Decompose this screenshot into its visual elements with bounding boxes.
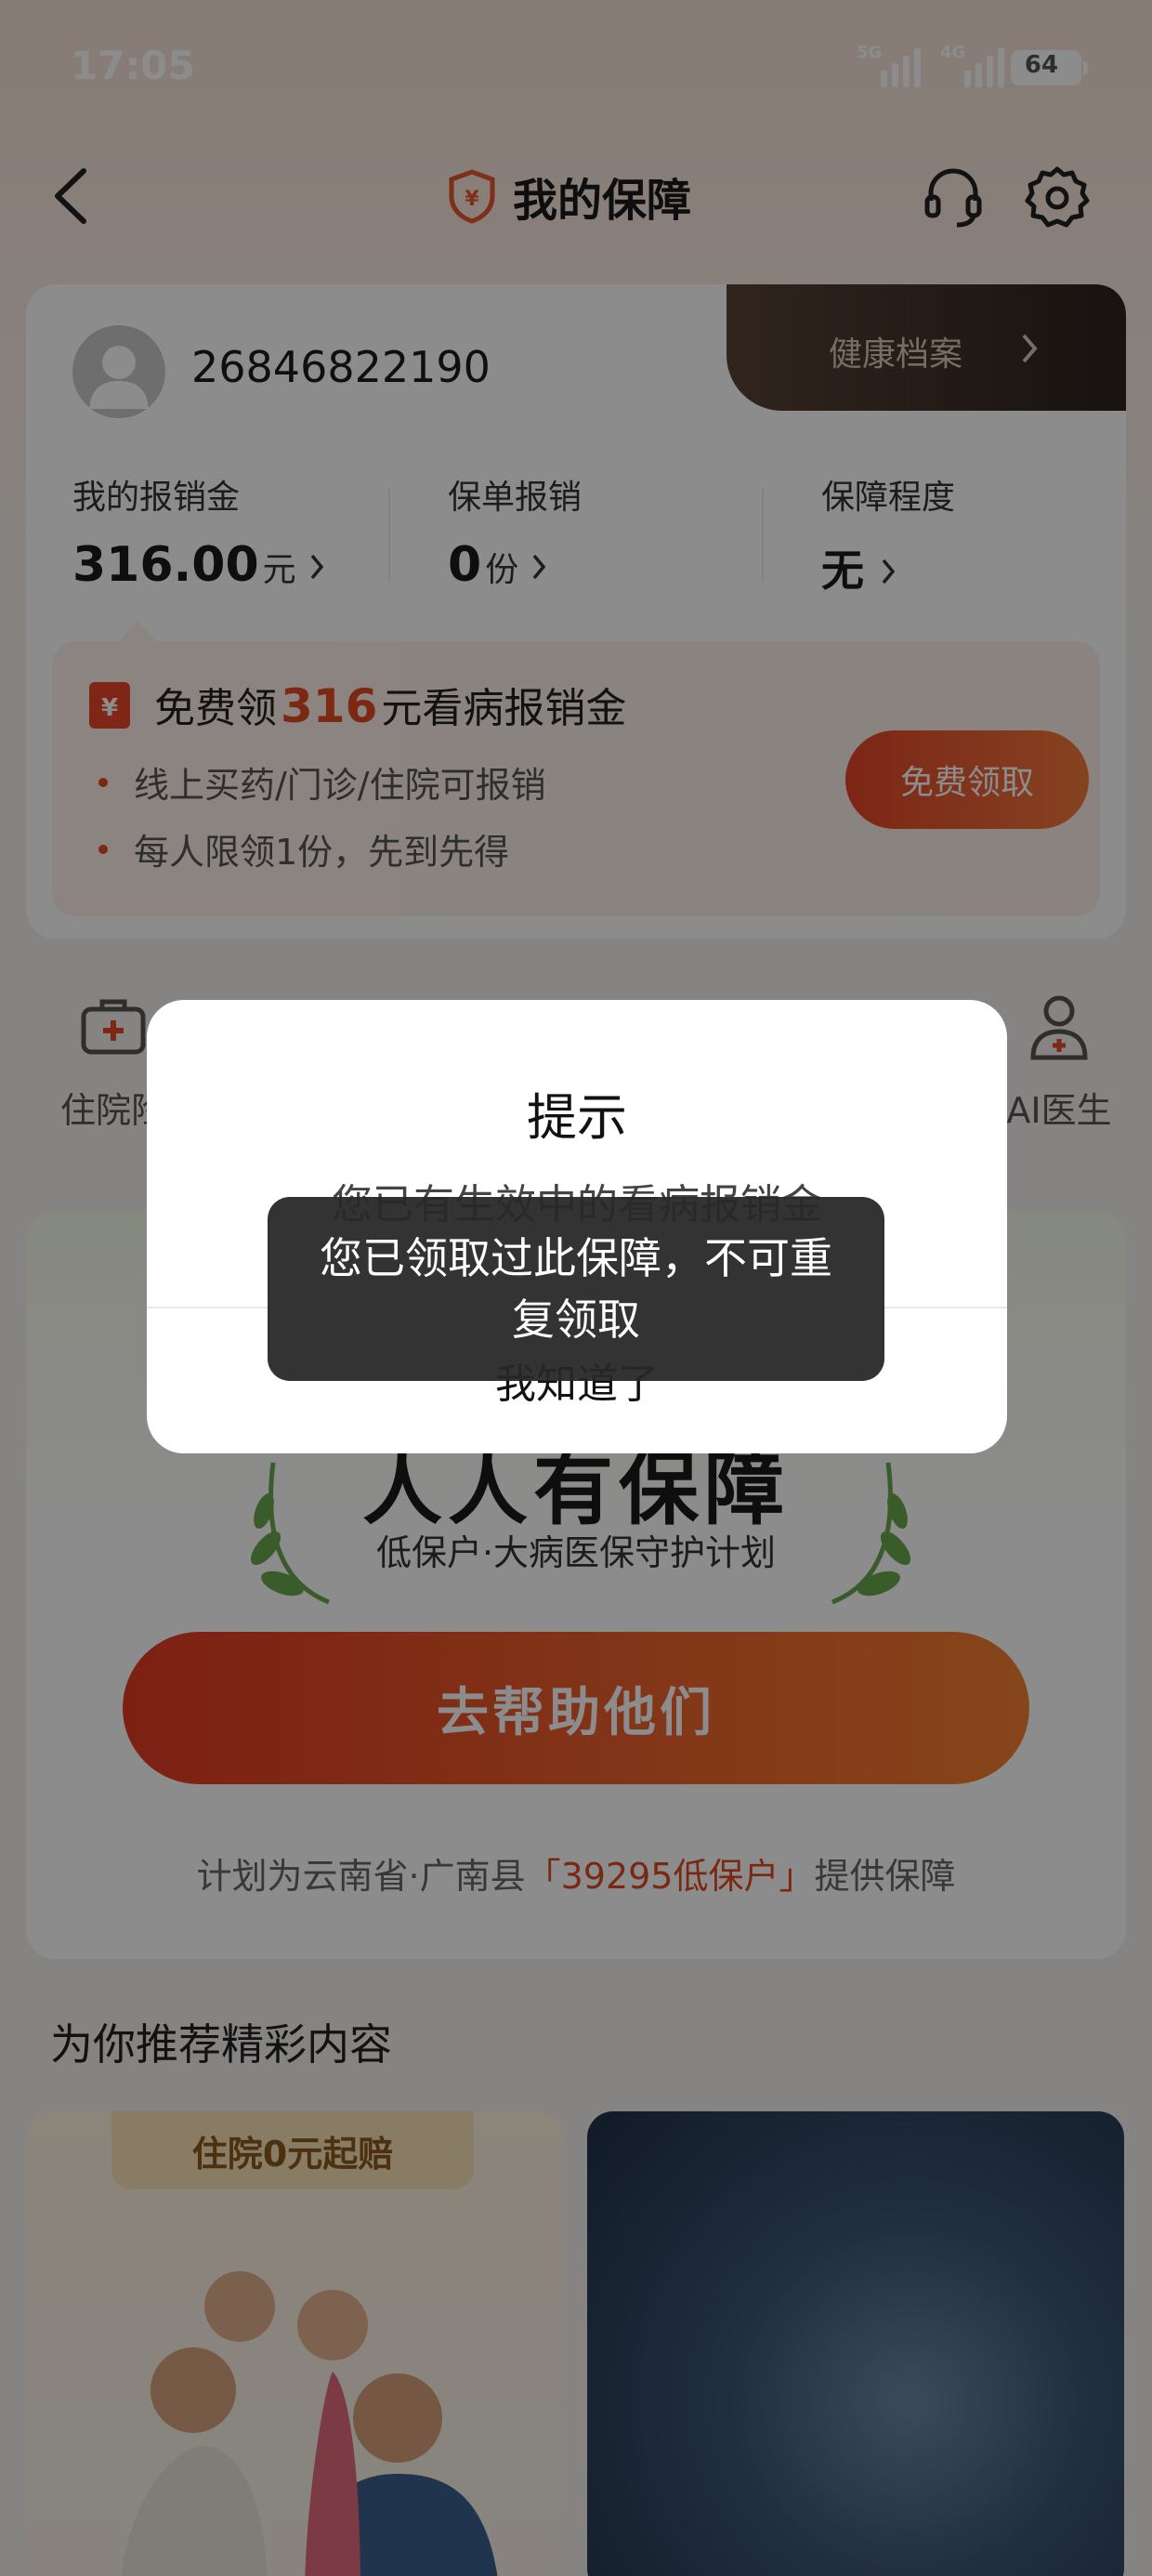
page: 17:05 5G 4G 64 ¥ 我的保障 健康档案 26846822190 我…: [0, 0, 1152, 2576]
toast-message: 您已领取过此保障，不可重复领取: [268, 1197, 884, 1381]
dialog-title: 提示: [527, 1088, 627, 1147]
